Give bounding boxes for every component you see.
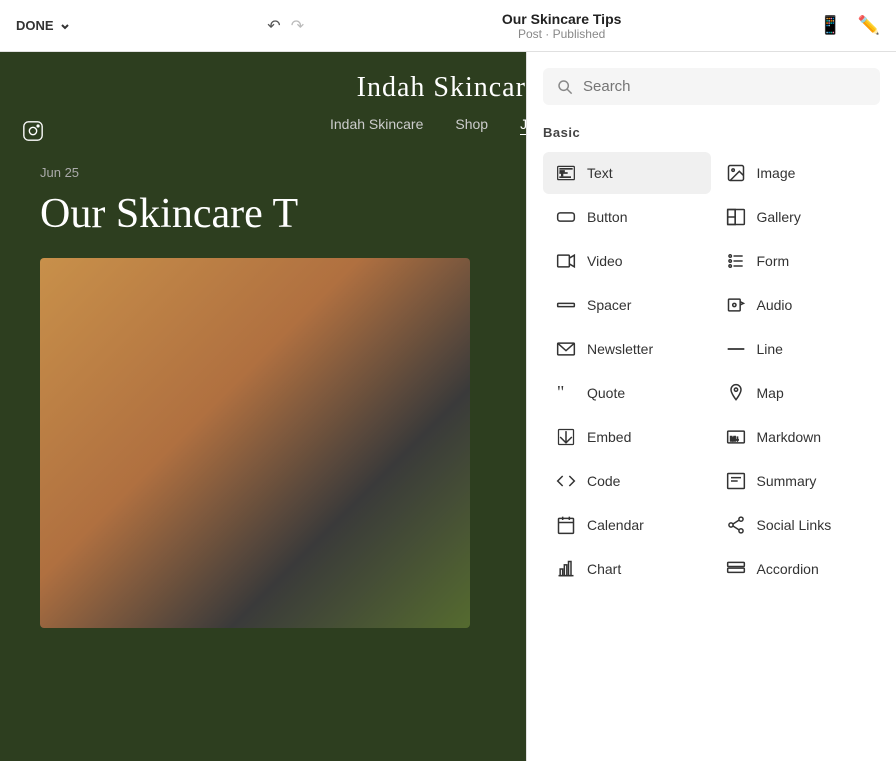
block-line[interactable]: Line bbox=[713, 328, 881, 370]
line-label: Line bbox=[757, 341, 783, 357]
block-audio[interactable]: Audio bbox=[713, 284, 881, 326]
page-info: Our Skincare Tips Post · Published bbox=[502, 11, 622, 41]
top-bar: DONE ↶ ↷ Our Skincare Tips Post · Publis… bbox=[0, 0, 896, 52]
gallery-label: Gallery bbox=[757, 209, 801, 225]
search-bar bbox=[543, 68, 880, 105]
accordion-label: Accordion bbox=[757, 561, 819, 577]
video-icon bbox=[555, 250, 577, 272]
blog-image bbox=[40, 258, 470, 628]
block-video[interactable]: Video bbox=[543, 240, 711, 282]
code-icon bbox=[555, 470, 577, 492]
spacer-label: Spacer bbox=[587, 297, 631, 313]
form-icon bbox=[725, 250, 747, 272]
block-gallery[interactable]: Gallery bbox=[713, 196, 881, 238]
chart-icon bbox=[555, 558, 577, 580]
markdown-label: Markdown bbox=[757, 429, 822, 445]
nav-item-home[interactable]: Indah Skincare bbox=[330, 116, 423, 135]
block-accordion[interactable]: Accordion bbox=[713, 548, 881, 590]
embed-icon bbox=[555, 426, 577, 448]
undo-button[interactable]: ↶ bbox=[267, 16, 280, 36]
audio-icon bbox=[725, 294, 747, 316]
block-quote[interactable]: " Quote bbox=[543, 372, 711, 414]
map-icon bbox=[725, 382, 747, 404]
form-label: Form bbox=[757, 253, 790, 269]
social-links-label: Social Links bbox=[757, 517, 832, 533]
audio-label: Audio bbox=[757, 297, 793, 313]
chart-label: Chart bbox=[587, 561, 621, 577]
redo-button[interactable]: ↷ bbox=[291, 16, 304, 36]
button-icon bbox=[555, 206, 577, 228]
spacer-icon bbox=[555, 294, 577, 316]
block-social-links[interactable]: Social Links bbox=[713, 504, 881, 546]
page-subtitle: Post · Published bbox=[502, 27, 622, 41]
svg-text:T: T bbox=[560, 171, 564, 178]
summary-label: Summary bbox=[757, 473, 817, 489]
block-newsletter[interactable]: Newsletter bbox=[543, 328, 711, 370]
block-calendar[interactable]: Calendar bbox=[543, 504, 711, 546]
instagram-icon[interactable] bbox=[22, 120, 44, 142]
accordion-icon bbox=[725, 558, 747, 580]
gallery-icon bbox=[725, 206, 747, 228]
newsletter-label: Newsletter bbox=[587, 341, 653, 357]
block-code[interactable]: Code bbox=[543, 460, 711, 502]
block-form[interactable]: Form bbox=[713, 240, 881, 282]
block-markdown[interactable]: M↓ Markdown bbox=[713, 416, 881, 458]
mobile-preview-button[interactable]: 📱 bbox=[819, 15, 841, 36]
block-chart[interactable]: Chart bbox=[543, 548, 711, 590]
block-button[interactable]: Button bbox=[543, 196, 711, 238]
quote-icon: " bbox=[555, 382, 577, 404]
block-spacer[interactable]: Spacer bbox=[543, 284, 711, 326]
done-label: DONE bbox=[16, 18, 54, 33]
section-basic-title: Basic bbox=[543, 125, 880, 140]
top-right-actions: 📱 ✏️ bbox=[819, 15, 880, 36]
search-input[interactable] bbox=[583, 78, 866, 95]
svg-text:": " bbox=[557, 383, 564, 402]
summary-icon bbox=[725, 470, 747, 492]
page-title: Our Skincare Tips bbox=[502, 11, 622, 27]
button-label: Button bbox=[587, 209, 627, 225]
block-image[interactable]: Image bbox=[713, 152, 881, 194]
block-map[interactable]: Map bbox=[713, 372, 881, 414]
text-icon: T bbox=[555, 162, 577, 184]
social-links-icon bbox=[725, 514, 747, 536]
svg-text:M↓: M↓ bbox=[730, 436, 739, 443]
search-icon bbox=[557, 79, 573, 95]
video-label: Video bbox=[587, 253, 623, 269]
chevron-down-icon bbox=[60, 21, 70, 31]
undo-redo-controls: ↶ ↷ bbox=[267, 16, 304, 36]
image-label: Image bbox=[757, 165, 796, 181]
block-text[interactable]: T Text bbox=[543, 152, 711, 194]
quote-label: Quote bbox=[587, 385, 625, 401]
add-blocks-panel: Basic T Text Image bbox=[526, 52, 896, 761]
markdown-icon: M↓ bbox=[725, 426, 747, 448]
image-icon bbox=[725, 162, 747, 184]
code-label: Code bbox=[587, 473, 620, 489]
edit-button[interactable]: ✏️ bbox=[858, 15, 880, 36]
embed-label: Embed bbox=[587, 429, 631, 445]
blocks-grid: T Text Image Button bbox=[543, 152, 880, 590]
nav-item-shop[interactable]: Shop bbox=[455, 116, 488, 135]
text-label: Text bbox=[587, 165, 613, 181]
calendar-icon bbox=[555, 514, 577, 536]
block-summary[interactable]: Summary bbox=[713, 460, 881, 502]
map-label: Map bbox=[757, 385, 784, 401]
newsletter-icon bbox=[555, 338, 577, 360]
calendar-label: Calendar bbox=[587, 517, 644, 533]
line-icon bbox=[725, 338, 747, 360]
block-embed[interactable]: Embed bbox=[543, 416, 711, 458]
done-button[interactable]: DONE bbox=[16, 18, 70, 33]
